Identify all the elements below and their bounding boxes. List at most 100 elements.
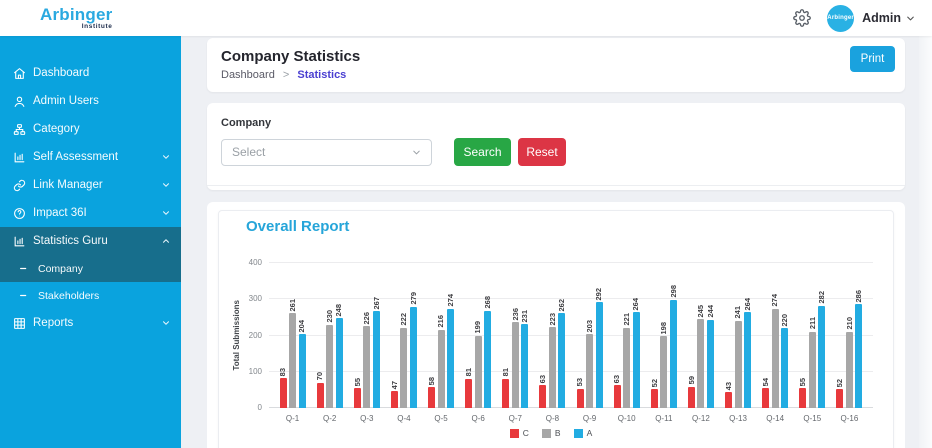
bar-series-c[interactable] xyxy=(614,385,621,408)
bar-wrap: 55 xyxy=(354,263,362,408)
bar-series-b[interactable] xyxy=(512,322,519,408)
bar-series-b[interactable] xyxy=(623,328,630,408)
bar-wrap: 63 xyxy=(613,263,621,408)
y-axis-label-col: Total Submissions xyxy=(229,263,243,408)
bar-wrap: 245 xyxy=(697,263,705,408)
bar-value-label: 58 xyxy=(428,377,436,385)
bar-wrap: 203 xyxy=(586,263,594,408)
bar-series-c[interactable] xyxy=(280,378,287,408)
bar-series-c[interactable] xyxy=(391,391,398,408)
legend-item[interactable]: B xyxy=(542,428,561,438)
bar-series-a[interactable] xyxy=(521,324,528,408)
bar-series-b[interactable] xyxy=(400,328,407,408)
sidebar-item-category[interactable]: Category xyxy=(0,115,181,143)
breadcrumb-root[interactable]: Dashboard xyxy=(221,69,275,81)
chevron-down-icon xyxy=(161,180,171,190)
sidebar-item-dashboard[interactable]: Dashboard xyxy=(0,59,181,87)
bar-wrap: 81 xyxy=(502,263,510,408)
sidebar-item-reports[interactable]: Reports xyxy=(0,309,181,337)
bar-series-c[interactable] xyxy=(577,389,584,408)
bar-series-c[interactable] xyxy=(799,388,806,408)
bar-group: 81199268 xyxy=(465,263,492,408)
arbinger-logo[interactable]: Arbinger Institute xyxy=(40,6,112,31)
x-tick-label: Q-15 xyxy=(800,414,825,423)
bar-series-c[interactable] xyxy=(539,385,546,408)
legend-item[interactable]: A xyxy=(574,428,593,438)
bar-series-b[interactable] xyxy=(846,332,853,408)
bar-series-c[interactable] xyxy=(651,389,658,408)
scrollbar-track[interactable] xyxy=(919,36,932,448)
bar-group: 83261204 xyxy=(279,263,306,408)
gear-icon[interactable] xyxy=(793,9,811,27)
company-select[interactable]: Select xyxy=(221,139,432,166)
bar-series-a[interactable] xyxy=(373,311,380,408)
sidebar-item-statistics-guru[interactable]: Statistics Guru xyxy=(0,227,181,255)
bar-value-label: 286 xyxy=(855,290,863,303)
user-menu-label[interactable]: Admin xyxy=(862,11,901,25)
bar-value-label: 226 xyxy=(363,312,371,325)
bar-series-b[interactable] xyxy=(289,313,296,408)
bar-series-a[interactable] xyxy=(818,306,825,408)
bar-series-b[interactable] xyxy=(475,336,482,408)
bar-series-c[interactable] xyxy=(762,388,769,408)
filter-row: Select Search Reset xyxy=(221,138,891,166)
bar-series-b[interactable] xyxy=(438,330,445,408)
search-button[interactable]: Search xyxy=(454,138,511,166)
bar-series-b[interactable] xyxy=(660,336,667,408)
bar-wrap: 226 xyxy=(363,263,371,408)
bar-value-label: 81 xyxy=(465,368,473,376)
bar-wrap: 264 xyxy=(632,263,640,408)
bar-series-a[interactable] xyxy=(484,311,491,408)
bar-series-b[interactable] xyxy=(549,327,556,408)
bar-series-b[interactable] xyxy=(586,334,593,408)
bar-series-b[interactable] xyxy=(363,326,370,408)
bar-series-a[interactable] xyxy=(855,304,862,408)
bar-series-b[interactable] xyxy=(697,319,704,408)
bar-series-a[interactable] xyxy=(596,302,603,408)
bar-series-a[interactable] xyxy=(299,334,306,408)
sidebar-item-label: Stakeholders xyxy=(38,290,99,302)
bar-wrap: 262 xyxy=(558,263,566,408)
sidebar-item-company[interactable]: Company xyxy=(0,255,181,282)
bar-series-a[interactable] xyxy=(744,312,751,408)
bar-series-a[interactable] xyxy=(707,320,714,408)
bar-series-c[interactable] xyxy=(688,387,695,408)
bar-series-a[interactable] xyxy=(447,309,454,408)
bar-series-b[interactable] xyxy=(772,309,779,408)
bar-series-b[interactable] xyxy=(809,332,816,408)
print-button[interactable]: Print xyxy=(850,46,895,72)
bar-series-c[interactable] xyxy=(317,383,324,408)
chevron-down-icon[interactable] xyxy=(905,13,916,24)
sidebar-item-stakeholders[interactable]: Stakeholders xyxy=(0,282,181,309)
bar-series-a[interactable] xyxy=(558,313,565,408)
bar-wrap: 274 xyxy=(447,263,455,408)
sidebar-item-self-assessment[interactable]: Self Assessment xyxy=(0,143,181,171)
avatar[interactable]: Arbinger xyxy=(827,5,854,32)
sidebar-item-link-manager[interactable]: Link Manager xyxy=(0,171,181,199)
bar-series-c[interactable] xyxy=(465,379,472,408)
bar-series-c[interactable] xyxy=(725,392,732,408)
sidebar-item-impact-36i[interactable]: Impact 36I xyxy=(0,199,181,227)
divider xyxy=(207,185,905,186)
bar-series-c[interactable] xyxy=(502,379,509,408)
breadcrumb-current[interactable]: Statistics xyxy=(297,69,346,81)
legend-item[interactable]: C xyxy=(510,428,529,438)
reset-button[interactable]: Reset xyxy=(518,138,566,166)
chart-area: Total Submissions 4003002001000 83261204… xyxy=(229,263,873,408)
x-axis-spacer xyxy=(229,408,269,423)
bar-series-b[interactable] xyxy=(735,321,742,408)
sidebar-item-admin-users[interactable]: Admin Users xyxy=(0,87,181,115)
bar-series-b[interactable] xyxy=(326,325,333,408)
x-tick-label: Q-5 xyxy=(429,414,454,423)
bar-value-label: 203 xyxy=(586,320,594,333)
bar-series-a[interactable] xyxy=(633,312,640,408)
bar-series-a[interactable] xyxy=(336,318,343,408)
bar-series-c[interactable] xyxy=(836,389,843,408)
bar-series-c[interactable] xyxy=(428,387,435,408)
bar-series-c[interactable] xyxy=(354,388,361,408)
chevron-down-icon xyxy=(161,318,171,328)
bar-series-a[interactable] xyxy=(781,328,788,408)
bar-series-a[interactable] xyxy=(670,300,677,408)
bar-series-a[interactable] xyxy=(410,307,417,408)
bar-wrap: 268 xyxy=(484,263,492,408)
